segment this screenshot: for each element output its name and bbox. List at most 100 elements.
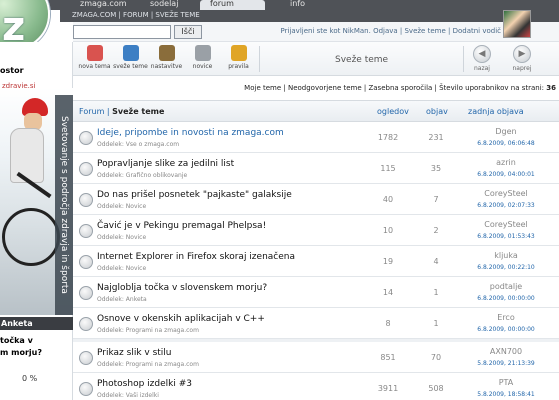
new-topic-label: nova tema: [78, 63, 111, 70]
table-row[interactable]: Ideje, pripombe in novosti na zmaga.com O…: [73, 122, 559, 153]
last-post-user[interactable]: Erco: [461, 313, 551, 322]
topic-section[interactable]: Oddelek: Vse o zmaga.com: [97, 141, 179, 148]
topic-posts: 231: [428, 133, 444, 142]
forum-links-row: Moje teme | Neodgovorjene teme | Zasebna…: [73, 80, 559, 96]
topic-section[interactable]: Oddelek: Programi na zmaga.com: [97, 327, 199, 334]
topic-title-link[interactable]: Do nas prišel posnetek "pajkaste" galaks…: [97, 190, 292, 200]
settings-label: nastavitve: [150, 63, 183, 70]
table-header: Forum | Sveže teme ogledov objav zadnja …: [73, 100, 559, 122]
topic-title-link[interactable]: Ideje, pripombe in novosti na zmaga.com: [97, 128, 284, 138]
last-post-user[interactable]: kljuka: [461, 251, 551, 260]
last-post-date[interactable]: 6.8.2009, 00:00:00: [461, 295, 551, 302]
topic-title-link[interactable]: Popravljanje slike za jedilni list: [97, 159, 234, 169]
topic-views: 40: [382, 195, 394, 204]
news-button[interactable]: novice: [185, 44, 220, 74]
last-post-user[interactable]: podtalje: [461, 282, 551, 291]
topic-status-icon: [79, 131, 93, 145]
topic-section[interactable]: Oddelek: Novice: [97, 203, 146, 210]
sidebar-heading: ostor: [0, 66, 24, 75]
topic-status-icon: [79, 382, 93, 396]
topic-status-icon: [79, 286, 93, 300]
topic-section[interactable]: Oddelek: Novice: [97, 265, 146, 272]
last-post-user[interactable]: AXN700: [461, 347, 551, 356]
table-row[interactable]: Popravljanje slike za jedilni list Oddele…: [73, 153, 559, 184]
topic-posts: 4: [433, 257, 439, 266]
new-topic-icon: [86, 45, 103, 61]
topic-section[interactable]: Oddelek: Anketa: [97, 296, 147, 303]
poll-question: točka v m morju?: [0, 336, 42, 357]
rules-button[interactable]: pravila: [221, 44, 256, 74]
topic-status-icon: [79, 162, 93, 176]
table-row[interactable]: Najgloblja točka v slovenskem morju? Odde…: [73, 277, 559, 308]
topic-status-icon: [79, 224, 93, 238]
search-input[interactable]: [73, 25, 171, 39]
topic-posts: 35: [430, 164, 442, 173]
topic-section[interactable]: Oddelek: Vaši izdelki: [97, 392, 159, 399]
table-row[interactable]: Photoshop izdelki #3 Oddelek: Vaši izdelk…: [73, 373, 559, 400]
rules-label: pravila: [228, 63, 249, 70]
last-post-user[interactable]: PTA: [461, 378, 551, 387]
fresh-topics-label: sveže teme: [113, 63, 148, 70]
breadcrumb[interactable]: ZMAGA.COM | FORUM | SVEŽE TEME: [60, 10, 559, 22]
last-post-date[interactable]: 5.8.2009, 21:13:39: [461, 360, 551, 367]
last-post-user[interactable]: azrin: [461, 158, 551, 167]
tab-sodelaj[interactable]: sodelaj: [140, 0, 200, 10]
column-last-post[interactable]: zadnja objava: [468, 107, 524, 116]
last-post-date[interactable]: 6.8.2009, 02:07:33: [461, 202, 551, 209]
last-post-date[interactable]: 5.8.2009, 18:58:41: [461, 391, 551, 398]
forum-links[interactable]: Moje teme | Neodgovorjene teme | Zasebna…: [244, 84, 544, 92]
topic-status-icon: [79, 317, 93, 331]
table-row[interactable]: Prikaz slik v stilu Oddelek: Programi na …: [73, 342, 559, 373]
topic-section[interactable]: Oddelek: Grafično oblikovanje: [97, 172, 187, 179]
topic-posts: 2: [433, 226, 439, 235]
topic-title-link[interactable]: Čavić je v Pekingu premagal Phelpsa!: [97, 221, 266, 231]
tab-forum[interactable]: forum: [200, 0, 265, 10]
last-post-date[interactable]: 6.8.2009, 04:00:01: [461, 171, 551, 178]
rules-icon: [230, 45, 247, 61]
topic-section[interactable]: Oddelek: Programi na zmaga.com: [97, 361, 199, 368]
topic-posts: 1: [433, 319, 439, 328]
news-label: novice: [192, 63, 213, 70]
last-post-date[interactable]: 6.8.2009, 00:22:10: [461, 264, 551, 271]
topic-section[interactable]: Oddelek: Novice: [97, 234, 146, 241]
last-post-user[interactable]: CoreySteel: [461, 189, 551, 198]
last-post-date[interactable]: 6.8.2009, 00:00:00: [461, 326, 551, 333]
topic-title-link[interactable]: Internet Explorer in Firefox skoraj izen…: [97, 252, 295, 262]
tab-info[interactable]: info: [280, 0, 340, 10]
ad-vertical-text[interactable]: Svetovanje s področja zdravja in športa: [55, 95, 73, 315]
table-breadcrumb: Forum | Sveže teme: [79, 107, 165, 116]
new-topic-button[interactable]: nova tema: [77, 44, 112, 74]
last-post-user[interactable]: Dgen: [461, 127, 551, 136]
forum-toolbar: nova tema sveže teme nastavitve novice p…: [73, 42, 559, 76]
breadcrumb-forum-link[interactable]: Forum: [79, 107, 104, 116]
back-button[interactable]: ◀ nazaj: [469, 45, 495, 75]
search-button[interactable]: Išči: [174, 25, 202, 39]
topic-title-link[interactable]: Prikaz slik v stilu: [97, 348, 172, 358]
user-info-links[interactable]: Prijavljeni ste kot NikMan. Odjava | Sve…: [281, 27, 501, 35]
tab-zmaga[interactable]: zmaga.com: [70, 0, 140, 10]
last-post-user[interactable]: CoreySteel: [461, 220, 551, 229]
column-posts[interactable]: objav: [426, 107, 448, 116]
table-row[interactable]: Do nas prišel posnetek "pajkaste" galaks…: [73, 184, 559, 215]
topic-views: 14: [382, 288, 394, 297]
topic-title-link[interactable]: Najgloblja točka v slovenskem morju?: [97, 283, 267, 293]
toolbar-title: Sveže teme: [335, 55, 389, 65]
fresh-topics-button[interactable]: sveže teme: [113, 44, 148, 74]
back-label: nazaj: [474, 65, 490, 72]
topic-title-link[interactable]: Osnove v okenskih aplikacijah v C++: [97, 314, 265, 324]
topic-status-icon: [79, 351, 93, 365]
topic-views: 19: [382, 257, 394, 266]
settings-button[interactable]: nastavitve: [149, 44, 184, 74]
table-row[interactable]: Osnove v okenskih aplikacijah v C++ Oddel…: [73, 308, 559, 339]
toolbar-divider: [463, 46, 464, 72]
search-row: Išči Prijavljeni ste kot NikMan. Odjava …: [73, 22, 559, 42]
topic-title-link[interactable]: Photoshop izdelki #3: [97, 379, 192, 389]
table-row[interactable]: Internet Explorer in Firefox skoraj izen…: [73, 246, 559, 277]
last-post-date[interactable]: 6.8.2009, 01:53:43: [461, 233, 551, 240]
forward-button[interactable]: ▶ naprej: [509, 45, 535, 75]
topic-posts: 7: [433, 195, 439, 204]
column-views[interactable]: ogledov: [377, 107, 409, 116]
table-row[interactable]: Čavić je v Pekingu premagal Phelpsa! Odde…: [73, 215, 559, 246]
user-avatar[interactable]: [503, 10, 531, 38]
last-post-date[interactable]: 6.8.2009, 06:06:48: [461, 140, 551, 147]
